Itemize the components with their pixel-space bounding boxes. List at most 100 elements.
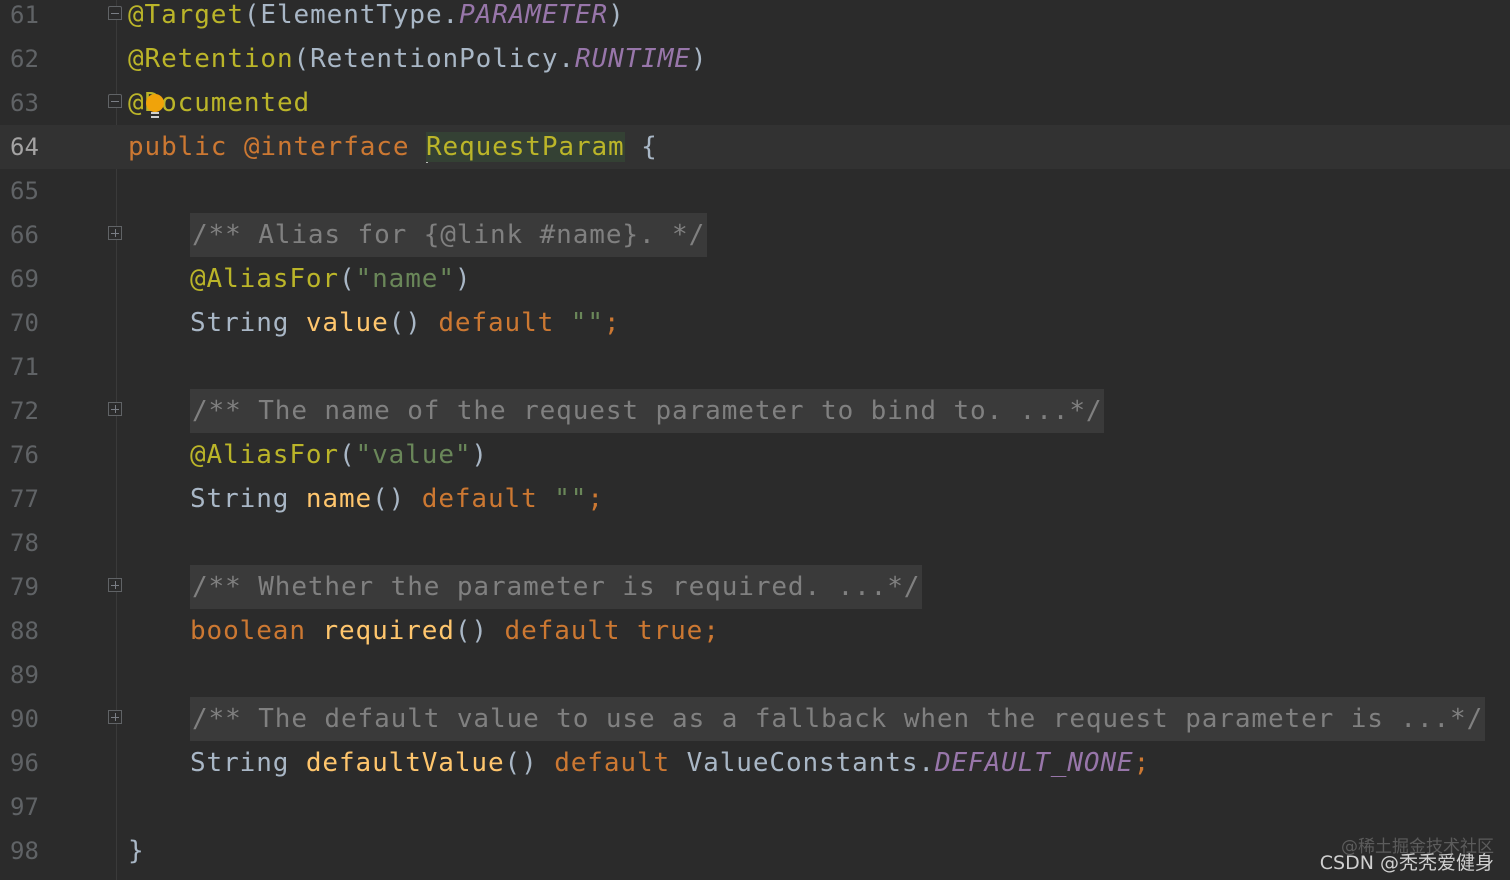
collapse-fold-icon[interactable] <box>108 94 122 108</box>
code-token: ; <box>587 484 604 514</box>
code-line[interactable]: 70 String value() default ""; <box>0 301 1510 345</box>
line-number[interactable]: 61 <box>10 0 39 37</box>
folded-doc-comment[interactable]: /** The default value to use as a fallba… <box>190 697 1486 741</box>
code-line[interactable]: 97 <box>0 785 1510 829</box>
line-number[interactable]: 89 <box>10 653 39 697</box>
line-number[interactable]: 63 <box>10 81 39 125</box>
code-token: String <box>190 308 306 338</box>
code-token: ) <box>471 440 488 470</box>
line-number[interactable]: 77 <box>10 477 39 521</box>
code-line[interactable]: 71 <box>0 345 1510 389</box>
code-token: boolean <box>190 616 323 646</box>
code-token: default <box>438 308 571 338</box>
code-token: /** Alias for {@link #name}. */ <box>192 220 706 250</box>
code-token: () <box>388 308 439 338</box>
code-line[interactable]: 96 String defaultValue() default ValueCon… <box>0 741 1510 785</box>
folded-doc-comment[interactable]: /** The name of the request parameter to… <box>190 389 1105 433</box>
code-text: boolean required() default true; <box>190 609 720 653</box>
line-number[interactable]: 69 <box>10 257 39 301</box>
code-token: ( <box>338 264 356 294</box>
expand-fold-icon[interactable] <box>108 578 122 592</box>
code-token: value <box>305 308 389 338</box>
code-line[interactable]: 61 @Target(ElementType.PARAMETER) <box>0 0 1510 37</box>
expand-fold-icon[interactable] <box>108 710 122 724</box>
code-token: ; <box>703 616 720 646</box>
line-number[interactable]: 97 <box>10 785 39 829</box>
code-token: ValueConstants. <box>686 748 935 778</box>
code-token: () <box>504 748 555 778</box>
code-token: ; <box>603 308 621 338</box>
code-token: ) <box>454 264 472 294</box>
code-text: public @interface RequestParam { <box>128 125 658 169</box>
folded-doc-comment[interactable]: /** Whether the parameter is required. .… <box>190 565 923 609</box>
intention-bulb-icon[interactable] <box>146 94 164 120</box>
code-token: /** Whether the parameter is required. .… <box>192 572 921 602</box>
code-text: String value() default ""; <box>190 301 620 345</box>
code-text: String defaultValue() default ValueConst… <box>190 741 1150 785</box>
code-token: ( <box>338 440 356 470</box>
code-token: ) <box>690 44 708 74</box>
code-line[interactable]: 63 @Documented <box>0 81 1510 125</box>
code-token: @Retention <box>128 44 294 74</box>
code-token: String <box>190 748 306 778</box>
code-token: default <box>554 748 687 778</box>
expand-fold-icon[interactable] <box>108 226 122 240</box>
code-line[interactable]: 90 /** The default value to use as a fall… <box>0 697 1510 741</box>
code-line[interactable]: 76 @AliasFor("value") <box>0 433 1510 477</box>
code-token: "name" <box>355 264 455 294</box>
code-token: { <box>624 132 658 162</box>
code-token: defaultValue <box>305 748 505 778</box>
code-token: default <box>504 616 637 646</box>
code-line[interactable]: 64 public @interface RequestParam { <box>0 125 1510 169</box>
line-number[interactable]: 88 <box>10 609 39 653</box>
expand-fold-icon[interactable] <box>108 402 122 416</box>
code-line[interactable]: 65 <box>0 169 1510 213</box>
collapse-fold-icon[interactable] <box>108 6 122 20</box>
code-token: /** The default value to use as a fallba… <box>192 704 1484 734</box>
line-number[interactable]: 98 <box>10 829 39 873</box>
line-number[interactable]: 65 <box>10 169 39 213</box>
code-token: } <box>128 836 145 866</box>
line-number[interactable]: 76 <box>10 433 39 477</box>
line-number[interactable]: 90 <box>10 697 39 741</box>
code-token: DEFAULT_NONE <box>934 748 1134 778</box>
line-number[interactable]: 72 <box>10 389 39 433</box>
line-number[interactable]: 71 <box>10 345 39 389</box>
code-line[interactable]: 88 boolean required() default true; <box>0 609 1510 653</box>
code-text: @AliasFor("name") <box>190 257 471 301</box>
code-text: @AliasFor("value") <box>190 433 488 477</box>
code-line[interactable]: 89 <box>0 653 1510 697</box>
code-token: RUNTIME <box>574 44 691 74</box>
code-text: String name() default ""; <box>190 477 604 521</box>
code-token: ) <box>608 0 625 30</box>
line-number[interactable]: 79 <box>10 565 39 609</box>
code-token: /** The name of the request parameter to… <box>192 396 1103 426</box>
code-token: RequestParam <box>425 132 625 162</box>
code-text: } <box>128 829 145 873</box>
code-token: default <box>421 484 555 514</box>
code-line[interactable]: 98} <box>0 829 1510 873</box>
code-line[interactable]: 79 /** Whether the parameter is required.… <box>0 565 1510 609</box>
code-editor[interactable]: 61 @Target(ElementType.PARAMETER) 62 @Reten… <box>0 0 1510 880</box>
code-token: public <box>128 132 244 162</box>
watermark-csdn: CSDN @秃秃爱健身 <box>1319 852 1494 874</box>
code-token: () <box>372 484 422 514</box>
line-number[interactable]: 78 <box>10 521 39 565</box>
line-number[interactable]: 66 <box>10 213 39 257</box>
code-token: "value" <box>355 440 472 470</box>
code-token: @interface <box>243 132 426 162</box>
code-line[interactable]: 66 /** Alias for {@link #name}. */ <box>0 213 1510 257</box>
code-line[interactable]: 62 @Retention(RetentionPolicy.RUNTIME) <box>0 37 1510 81</box>
code-token: @AliasFor <box>190 440 339 470</box>
code-line[interactable]: 72 /** The name of the request parameter … <box>0 389 1510 433</box>
line-number[interactable]: 96 <box>10 741 39 785</box>
line-number[interactable]: 70 <box>10 301 39 345</box>
code-line[interactable]: 78 <box>0 521 1510 565</box>
code-token: true <box>636 616 704 646</box>
line-number[interactable]: 62 <box>10 37 39 81</box>
line-number[interactable]: 64 <box>10 125 39 169</box>
code-line[interactable]: 77 String name() default ""; <box>0 477 1510 521</box>
folded-doc-comment[interactable]: /** Alias for {@link #name}. */ <box>190 213 708 257</box>
code-token: ; <box>1133 748 1151 778</box>
code-line[interactable]: 69 @AliasFor("name") <box>0 257 1510 301</box>
